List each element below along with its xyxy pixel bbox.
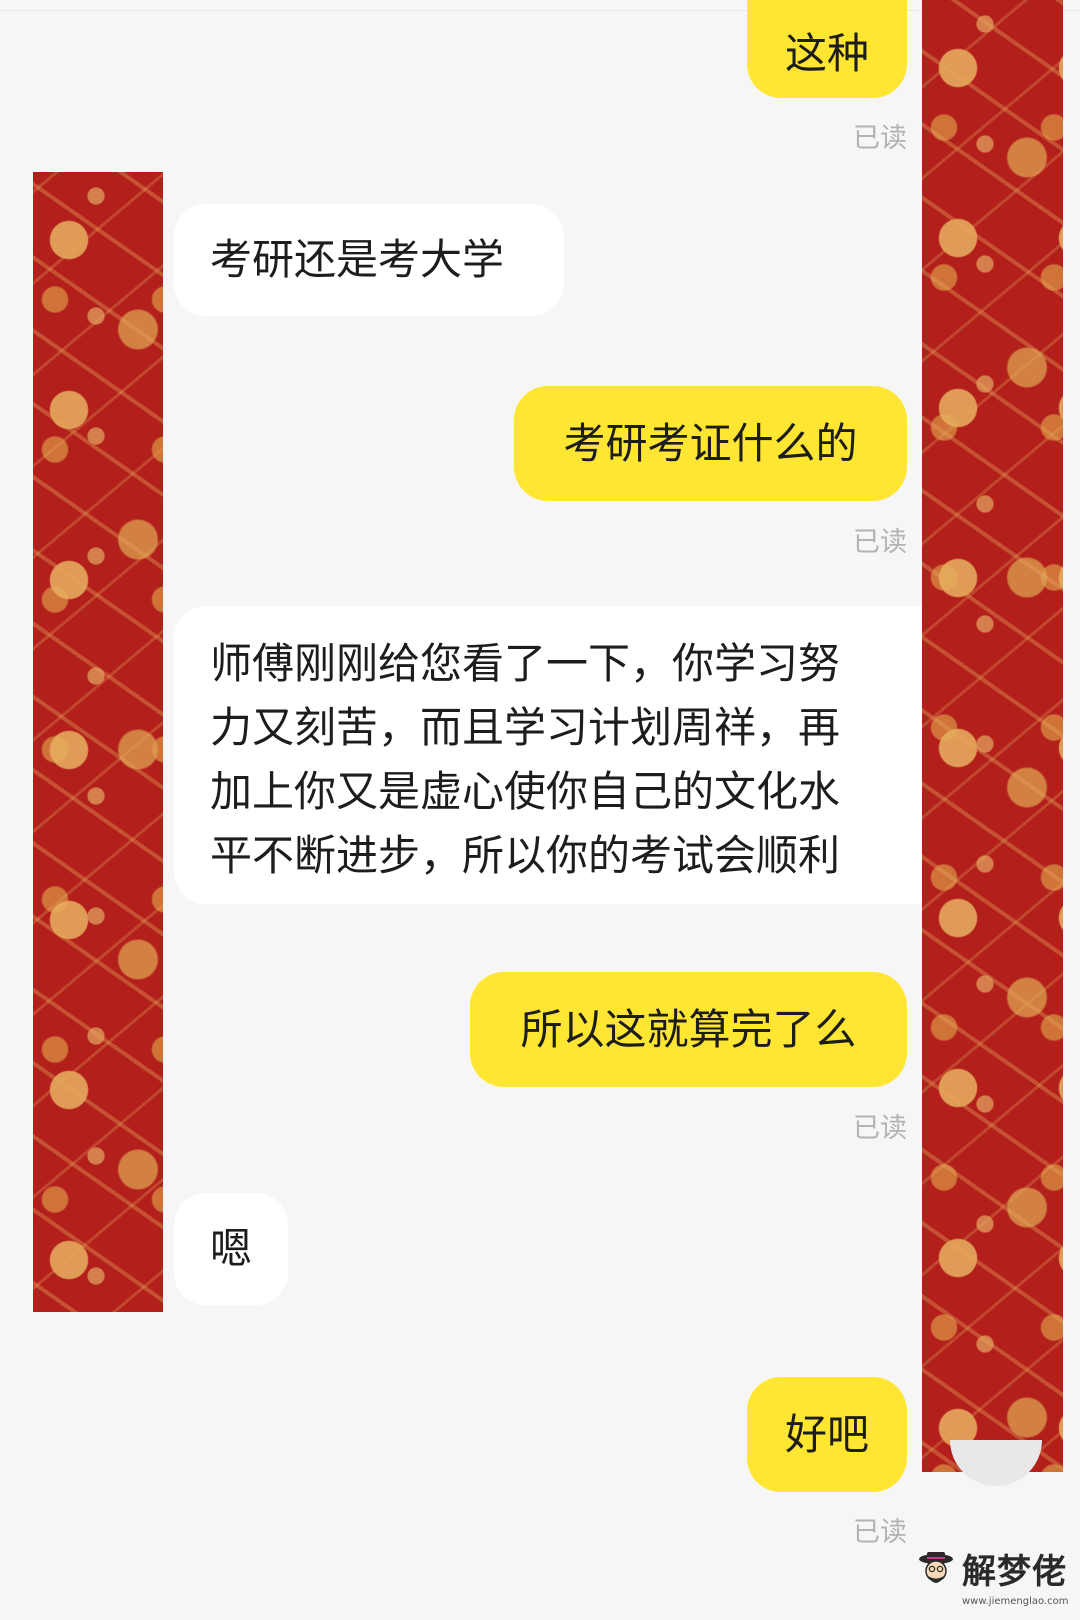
read-status: 已读 — [853, 527, 907, 558]
message-text: 这种 — [784, 29, 869, 78]
incoming-message-bubble[interactable]: 嗯 — [174, 1193, 288, 1305]
message-text: 考研考证什么的 — [563, 419, 858, 468]
outgoing-message-bubble[interactable]: 考研考证什么的 — [514, 386, 907, 501]
avatar[interactable] — [950, 1440, 1042, 1486]
watermark-title: 解梦佬 — [962, 1552, 1067, 1592]
outgoing-message-bubble[interactable]: 好吧 — [747, 1377, 907, 1492]
message-text: 所以这就算完了么 — [520, 1005, 857, 1054]
outgoing-message-bubble[interactable]: 所以这就算完了么 — [470, 972, 907, 1087]
top-divider — [0, 10, 1080, 11]
message-text: 好吧 — [784, 1410, 869, 1459]
message-text: 嗯 — [210, 1224, 253, 1273]
outgoing-message-bubble[interactable]: 这种 — [747, 0, 907, 98]
message-line: 师傅刚刚给您看了一下，你学习努 — [210, 639, 841, 688]
message-text: 考研还是考大学 — [210, 235, 505, 284]
watermark-url: www.jiemenglao.com — [962, 1596, 1069, 1607]
read-status: 已读 — [853, 123, 907, 154]
message-line: 加上你又是虚心使你自己的文化水 — [210, 767, 841, 816]
incoming-message-bubble[interactable]: 师傅刚刚给您看了一下，你学习努 力又刻苦，而且学习计划周祥，再 加上你又是虚心使… — [174, 606, 922, 904]
read-status: 已读 — [853, 1113, 907, 1144]
read-status: 已读 — [853, 1517, 907, 1548]
incoming-message-bubble[interactable]: 考研还是考大学 — [174, 204, 564, 316]
watermark-logo: 解梦佬 www.jiemenglao.com — [916, 1538, 1076, 1618]
fortune-teller-icon — [919, 1552, 953, 1583]
message-line: 平不断进步，所以你的考试会顺利 — [210, 831, 841, 880]
decorative-brocade-right — [922, 0, 1063, 1472]
message-line: 力又刻苦，而且学习计划周祥，再 — [210, 703, 841, 752]
decorative-brocade-left — [33, 172, 163, 1312]
